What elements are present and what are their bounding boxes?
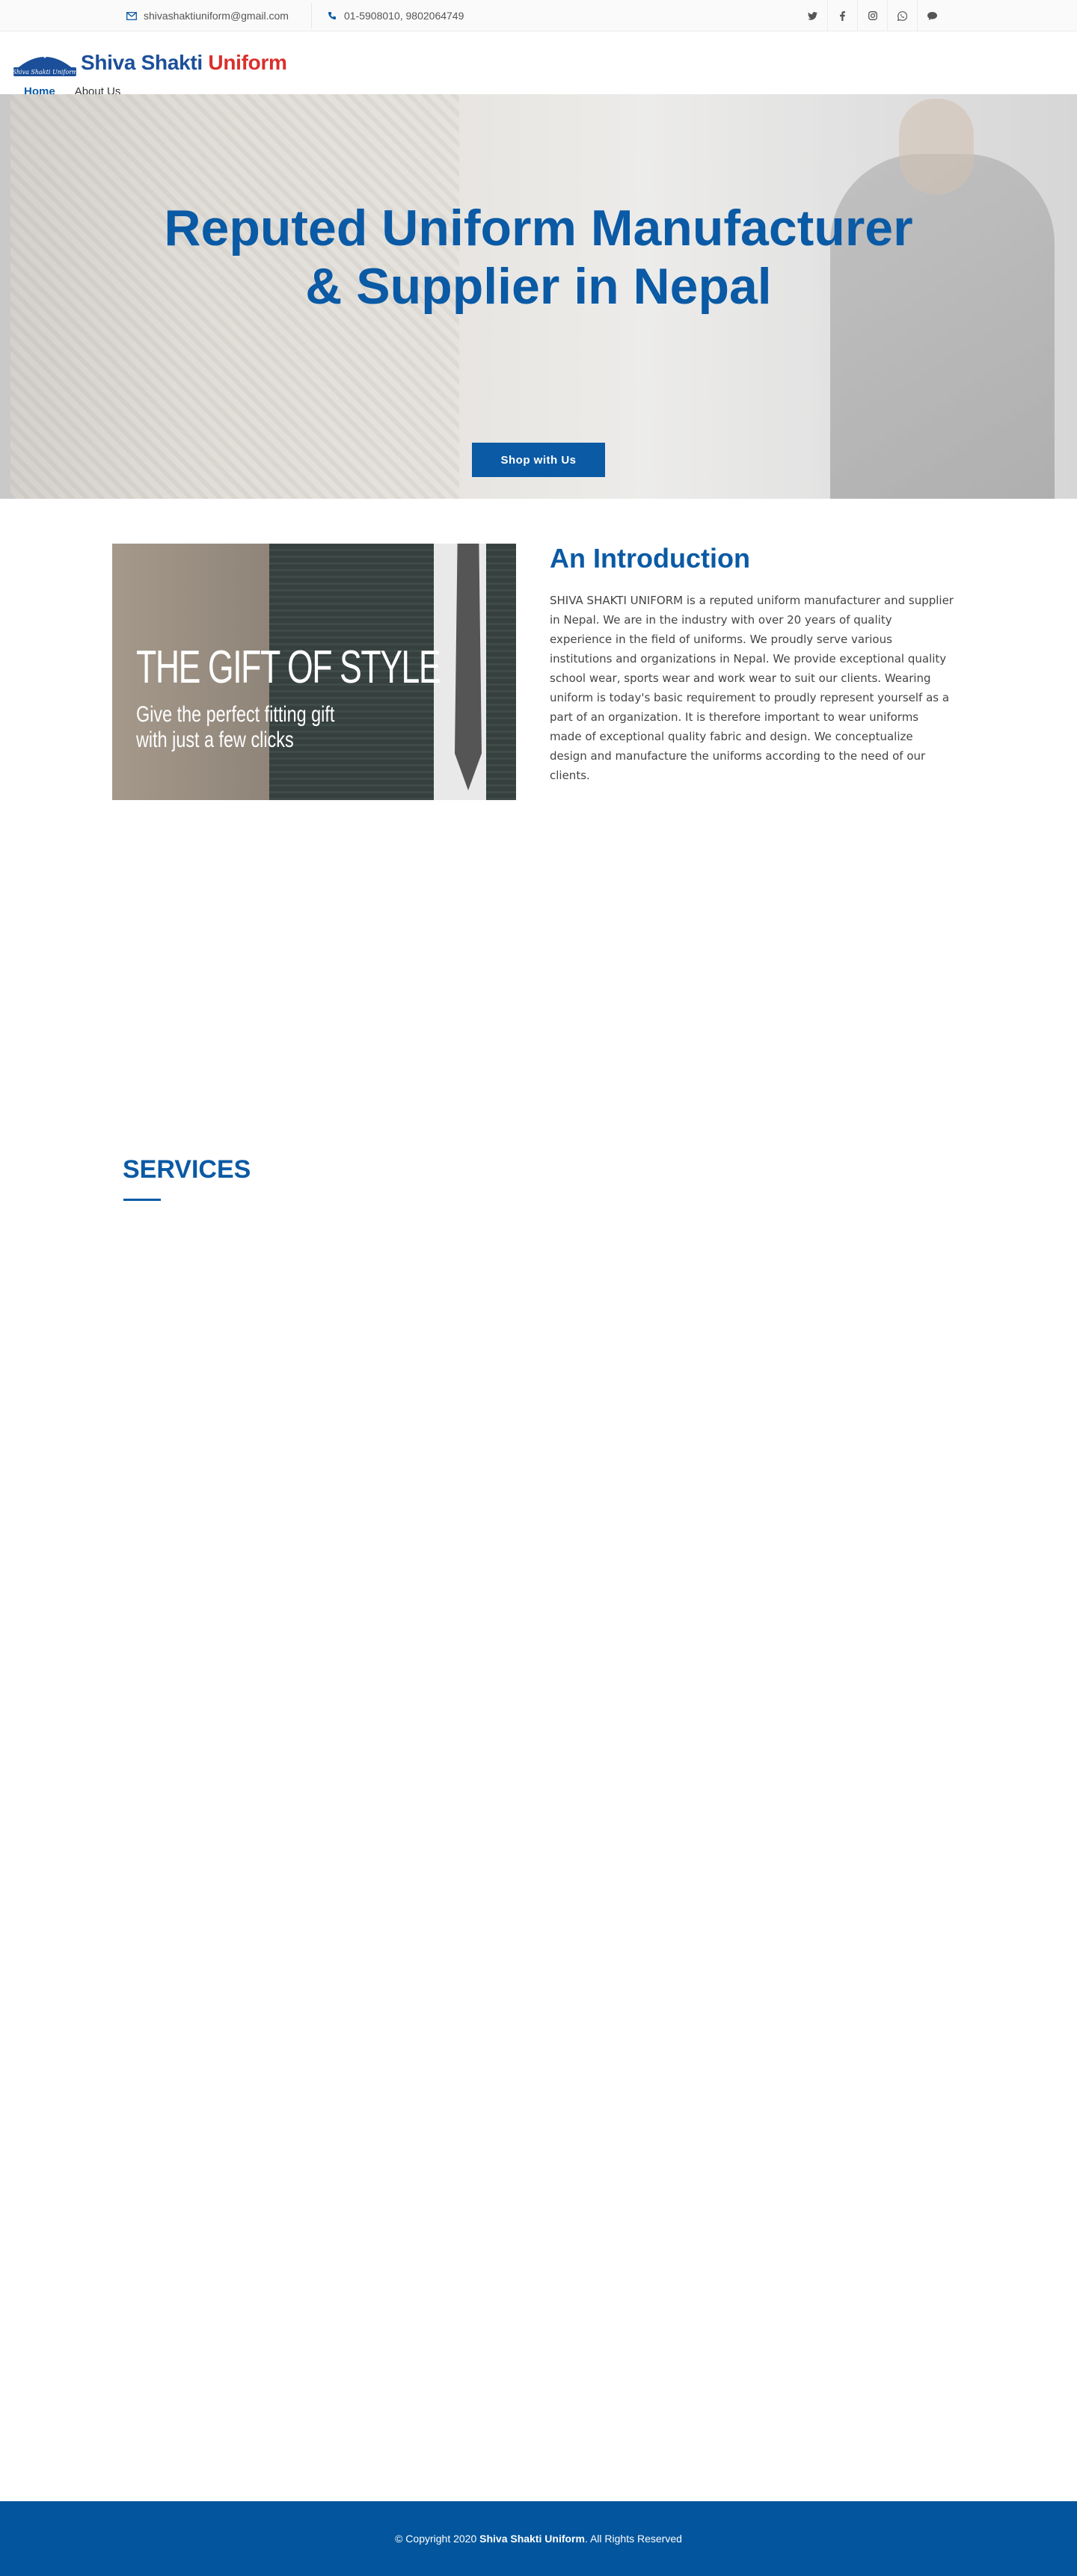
intro-image-subtitle-line2: with just a few clicks: [136, 728, 294, 752]
phone-contact[interactable]: 01-5908010, 9802064749: [326, 0, 464, 31]
envelope-icon: [126, 10, 138, 22]
logo-text: Shiva Shakti Uniform: [81, 51, 287, 75]
hero-title-line2: & Supplier in Nepal: [305, 258, 772, 315]
hero-banner: Reputed Uniform Manufacturer & Supplier …: [0, 94, 1077, 499]
intro-image-tie: [455, 544, 482, 790]
footer-brand: Shiva Shakti Uniform: [479, 2533, 585, 2545]
intro-image: THE GIFT OF STYLE Give the perfect fitti…: [112, 544, 516, 800]
phone-icon: [326, 10, 338, 22]
site-logo[interactable]: Shiva Shakti Uniform Shiva Shakti Unifor…: [12, 48, 287, 78]
social-links: [797, 0, 947, 31]
facebook-icon[interactable]: [827, 0, 857, 31]
logo-text-part1: Shiva Shakti: [81, 51, 203, 74]
twitter-icon[interactable]: [797, 0, 827, 31]
hero-title-line1: Reputed Uniform Manufacturer: [164, 200, 913, 256]
intro-paragraph: SHIVA SHAKTI UNIFORM is a reputed unifor…: [550, 594, 954, 782]
shop-with-us-button[interactable]: Shop with Us: [472, 443, 605, 477]
site-footer: © Copyright 2020 Shiva Shakti Uniform. A…: [0, 2501, 1077, 2576]
site-header: Shiva Shakti Uniform Shiva Shakti Unifor…: [0, 31, 1077, 96]
footer-prefix: © Copyright 2020: [395, 2533, 480, 2545]
footer-copyright: © Copyright 2020 Shiva Shakti Uniform. A…: [395, 2533, 682, 2545]
services-underline: [123, 1199, 161, 1201]
logo-text-part2: Uniform: [208, 51, 287, 74]
chat-icon[interactable]: [917, 0, 947, 31]
whatsapp-icon[interactable]: [887, 0, 917, 31]
intro-image-subtitle: Give the perfect fitting gift with just …: [136, 702, 334, 753]
hero-title: Reputed Uniform Manufacturer & Supplier …: [90, 199, 987, 316]
logo-badge: Shiva Shakti Uniform: [12, 48, 78, 78]
top-bar: shivashaktiuniform@gmail.com 01-5908010,…: [0, 0, 1077, 31]
intro-heading: An Introduction: [550, 543, 750, 574]
services-heading: SERVICES: [123, 1155, 251, 1184]
footer-suffix: . All Rights Reserved: [584, 2533, 682, 2545]
intro-image-subtitle-line1: Give the perfect fitting gift: [136, 702, 335, 727]
email-text[interactable]: shivashaktiuniform@gmail.com: [144, 10, 289, 22]
intro-image-title: THE GIFT OF STYLE: [136, 642, 441, 693]
svg-text:Shiva Shakti Uniform: Shiva Shakti Uniform: [12, 69, 78, 76]
divider: [311, 3, 312, 28]
phone-text[interactable]: 01-5908010, 9802064749: [344, 10, 464, 22]
instagram-icon[interactable]: [857, 0, 887, 31]
email-contact[interactable]: shivashaktiuniform@gmail.com: [126, 0, 289, 31]
